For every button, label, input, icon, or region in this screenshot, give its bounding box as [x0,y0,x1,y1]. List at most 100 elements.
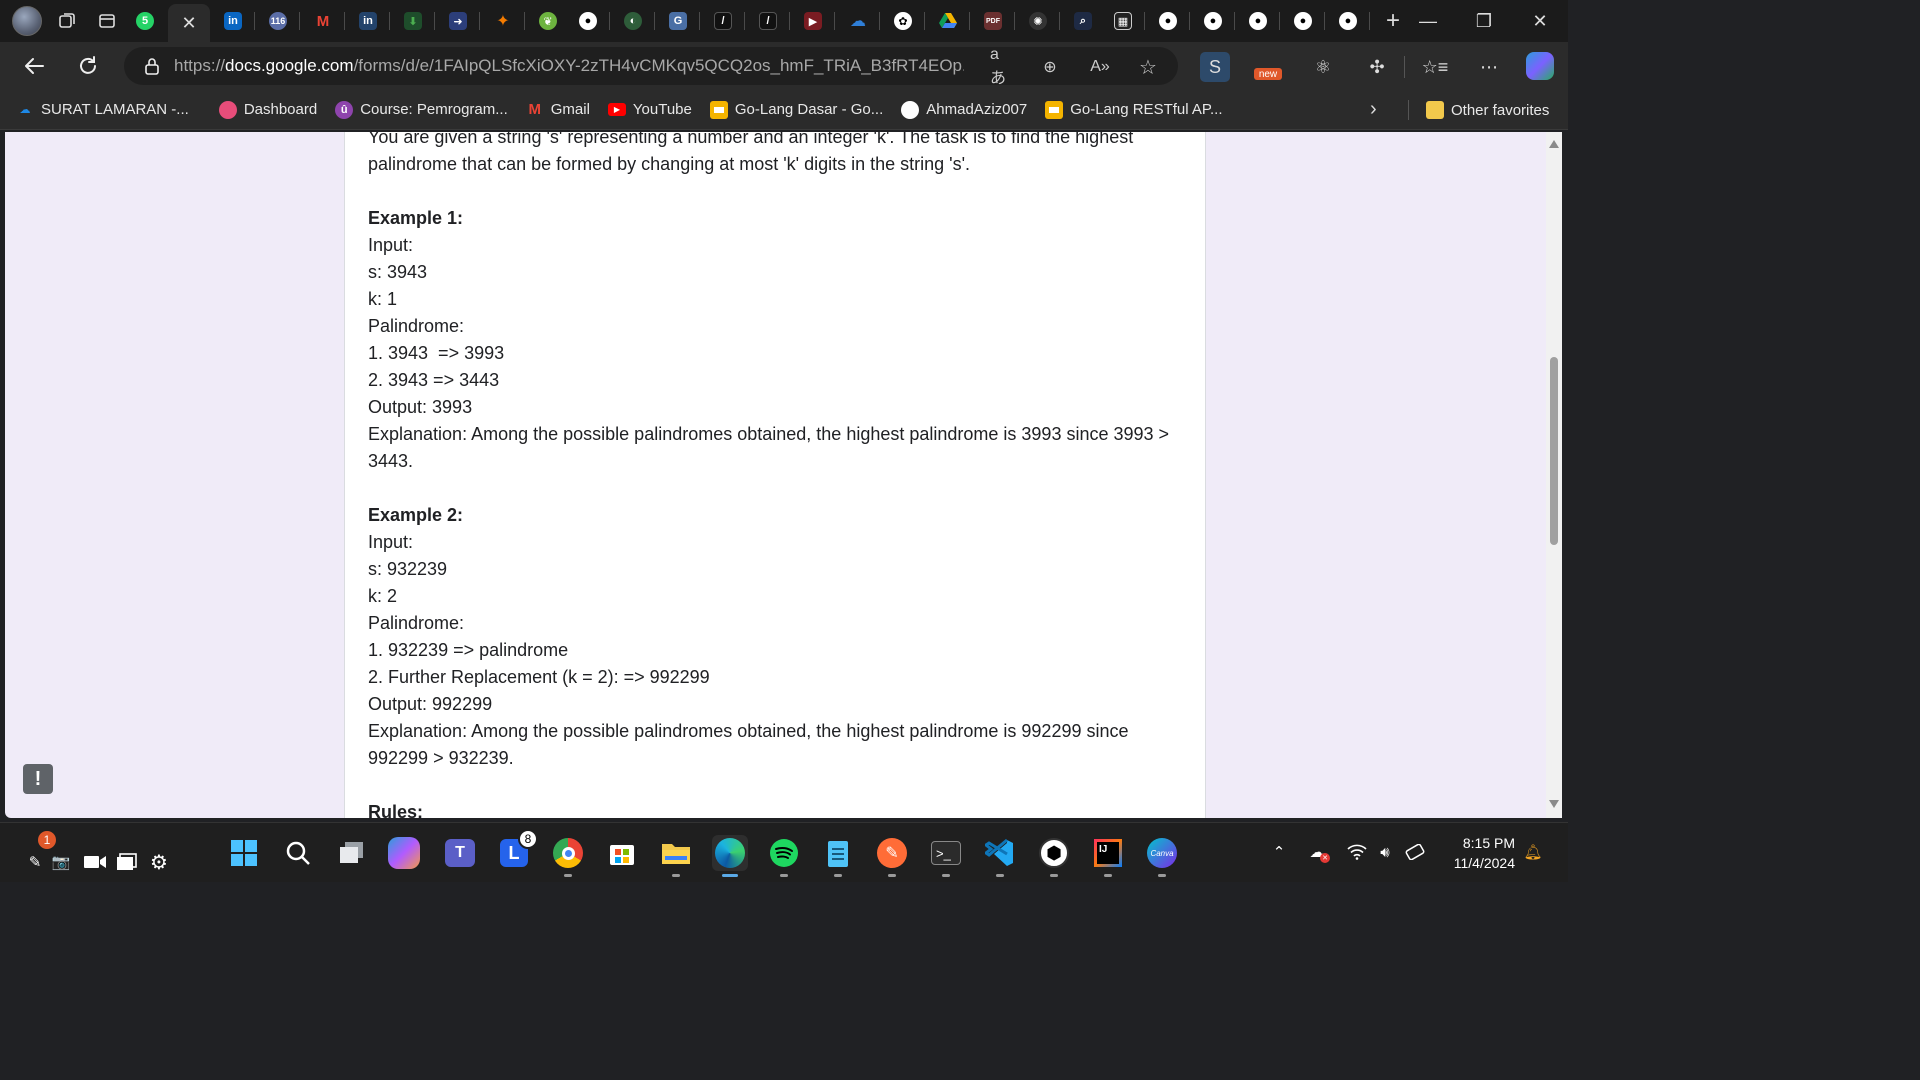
profile-avatar[interactable] [12,6,42,36]
scrollbar-thumb[interactable] [1550,357,1558,545]
tab-linkedin-2[interactable]: in [351,4,385,38]
vertical-scrollbar[interactable] [1546,132,1562,818]
start-button[interactable] [226,835,262,871]
tab-drive[interactable] [931,4,965,38]
system-clock[interactable]: 8:15 PM 11/4/2024 [1454,833,1515,873]
tab-star-app[interactable]: ✦ [486,4,520,38]
tab-whatsapp[interactable]: 5 [128,4,162,38]
bookmark-github-profile[interactable]: AhmadAziz007 [895,95,1033,125]
camera-icon[interactable]: 📷 [50,851,72,873]
favorite-star-icon[interactable]: ☆ [1136,55,1160,79]
intellij-icon[interactable]: IJ [1090,835,1126,877]
react-devtools-icon[interactable]: ⚛ [1308,52,1338,82]
minimize-button[interactable]: — [1400,0,1456,42]
tab-github-3[interactable]: ● [1196,4,1230,38]
extension-new-icon[interactable]: new [1254,52,1282,82]
tab-github-1[interactable]: ● [571,4,605,38]
scroll-down-arrow-icon[interactable] [1549,800,1559,808]
tab-linkedin[interactable]: in [216,4,250,38]
window-snip-icon[interactable] [116,851,138,873]
url-text[interactable]: https://docs.google.com/forms/d/e/1FAIpQ… [174,56,964,76]
tab-github-2[interactable]: ● [1151,4,1185,38]
battery-charging-icon[interactable] [1404,841,1426,863]
onedrive-error-icon[interactable]: ☁ ✕ [1306,841,1330,863]
bookmark-label: SURAT LAMARAN -... [41,101,189,118]
tab-globe[interactable]: ◐ [616,4,650,38]
l-app-icon[interactable]: L 8 [496,829,538,871]
read-aloud-translate-icon[interactable]: aあ [990,46,1014,87]
canva-icon[interactable]: Canva [1144,835,1180,877]
edge-icon[interactable] [712,835,748,877]
workspaces-icon[interactable] [52,6,82,36]
tab-spring[interactable]: ❦ [531,4,565,38]
bookmark-course[interactable]: û Course: Pemrogram... [329,95,514,125]
tab-onedrive[interactable]: ☁ [841,4,875,38]
bookmarks-overflow-chevron-icon[interactable]: › [1370,98,1377,121]
tab-github-5[interactable]: ● [1286,4,1320,38]
address-bar[interactable]: https://docs.google.com/forms/d/e/1FAIpQ… [124,46,1178,87]
tab-notion-1[interactable]: / [706,4,740,38]
close-window-button[interactable]: ✕ [1512,0,1568,42]
tab-pdf[interactable]: PDF [976,4,1010,38]
spotify-icon[interactable] [766,835,802,877]
bookmark-gmail[interactable]: M Gmail [520,95,596,125]
read-aloud-icon[interactable]: A» [1088,55,1112,79]
show-hidden-icons-chevron[interactable]: ⌃ [1268,841,1290,863]
notification-bell-icon[interactable]: 🔔︎ [1522,841,1544,863]
tab-arrow[interactable]: ➜ [441,4,475,38]
zoom-icon[interactable]: ⊕ [1038,55,1062,79]
tab-calendar[interactable]: ▦ [1106,4,1140,38]
task-view-button[interactable] [334,835,370,871]
back-button[interactable] [14,46,54,86]
terminal-icon[interactable]: >_ [928,835,964,877]
tab-download[interactable]: ⬇ [396,4,430,38]
video-camera-icon[interactable] [82,851,108,873]
bookmark-golang-dasar[interactable]: Go-Lang Dasar - Go... [704,95,889,125]
extensions-puzzle-icon[interactable]: ✣ [1362,52,1392,82]
tab-dark-app[interactable]: ✺ [1021,4,1055,38]
extension-s-icon[interactable]: S [1200,52,1230,82]
search-button[interactable] [280,835,316,871]
tab-translate[interactable]: G [661,4,695,38]
tab-notion-2[interactable]: / [751,4,785,38]
tab-search[interactable]: ⌕ [1066,4,1100,38]
bookmark-other-favorites[interactable]: Other favorites [1420,95,1555,125]
favorites-icon[interactable]: ☆≡ [1420,52,1450,82]
lock-icon[interactable] [144,57,160,75]
copilot-taskbar-icon[interactable] [388,837,420,869]
restore-button[interactable]: ❐ [1456,0,1512,42]
bookmark-golang-restful[interactable]: Go-Lang RESTful AP... [1039,95,1228,125]
soccer-game-icon[interactable]: ⬢ [1036,835,1072,877]
reload-button[interactable] [68,46,108,86]
example-1-k: k: 1 [368,289,398,309]
tab-github-6[interactable]: ● [1331,4,1365,38]
tab-separator [789,12,790,30]
bookmark-surat-lamaran[interactable]: ☁ SURAT LAMARAN -... [10,95,195,125]
edit-pencil-icon[interactable]: ✎ [24,851,46,873]
settings-gear-icon[interactable]: ⚙ [148,851,170,874]
chrome-icon[interactable] [550,835,586,877]
scroll-up-arrow-icon[interactable] [1549,140,1559,148]
copilot-icon[interactable] [1526,52,1554,80]
clock-date: 11/4/2024 [1453,855,1515,871]
tab-116[interactable]: 116 [261,4,295,38]
tab-actions-icon[interactable] [92,6,122,36]
feedback-button[interactable]: ! [23,764,53,794]
volume-icon[interactable]: 🔊︎ [1374,841,1396,863]
tab-gmail[interactable]: M [306,4,340,38]
bookmark-youtube[interactable]: ▶ YouTube [602,95,698,125]
tab-chatgpt[interactable]: ✿ [886,4,920,38]
wifi-icon[interactable] [1346,841,1368,863]
vscode-icon[interactable] [982,835,1018,877]
notepad-icon[interactable] [820,835,856,877]
microsoft-store-icon[interactable] [604,835,640,871]
file-explorer-icon[interactable] [658,835,694,877]
bookmark-dashboard[interactable]: Dashboard [213,95,323,125]
more-menu-icon[interactable]: ⋯ [1474,52,1504,82]
tab-github-4[interactable]: ● [1241,4,1275,38]
tab-youtube[interactable]: ▶ [796,4,830,38]
teams-icon[interactable]: T [442,835,478,871]
tab-active-google-form[interactable]: ✕ [168,4,210,42]
close-tab-icon[interactable]: ✕ [181,13,196,34]
postman-icon[interactable]: ✎ [874,835,910,877]
